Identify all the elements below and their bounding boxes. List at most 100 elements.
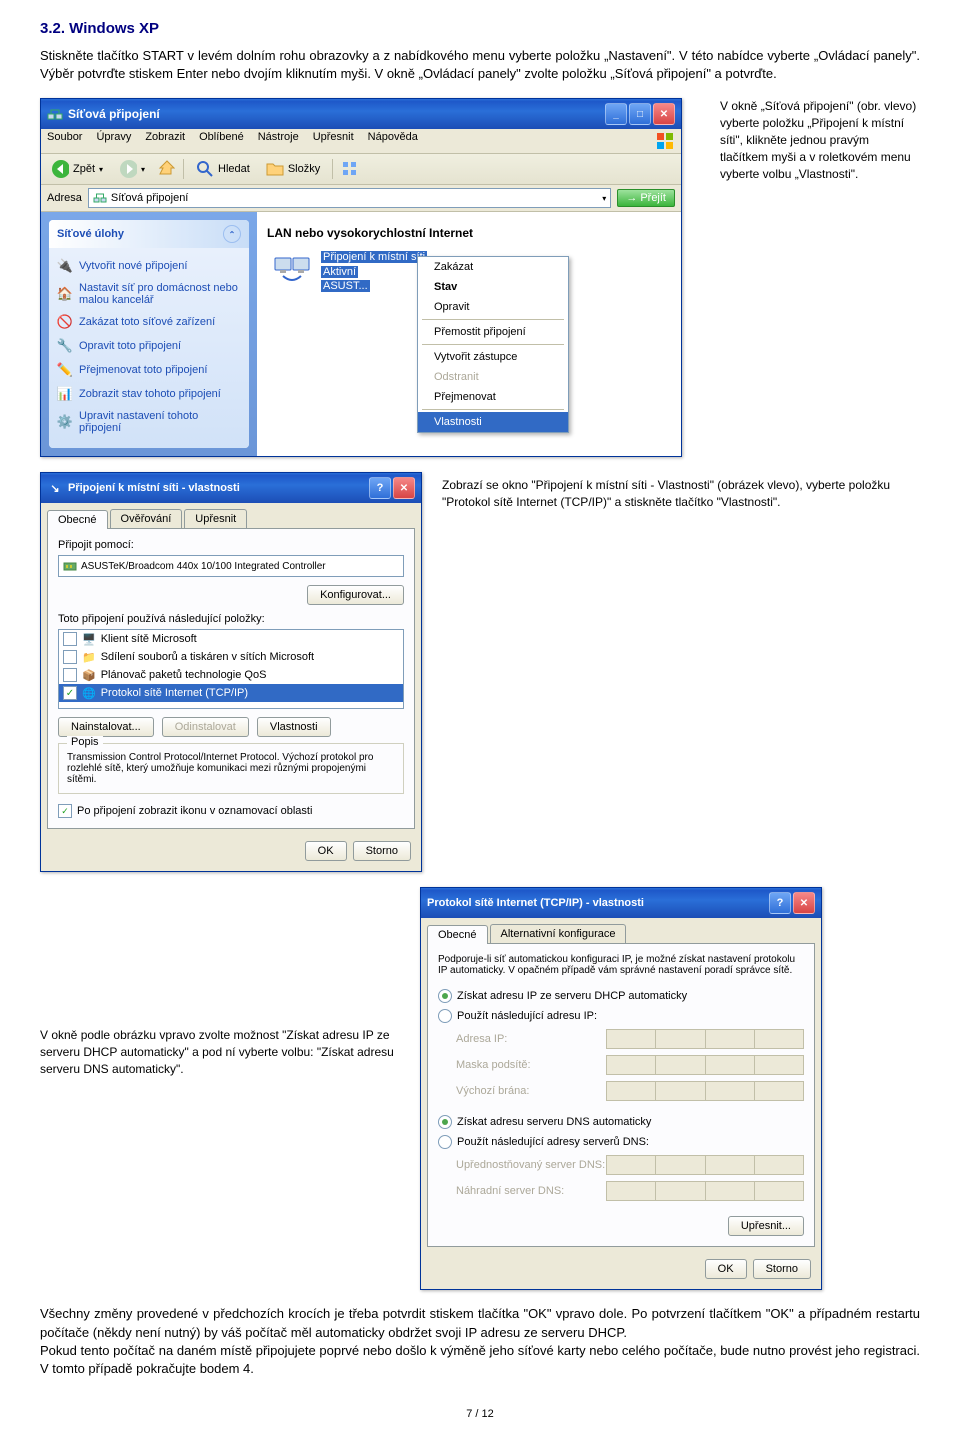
address-label: Adresa xyxy=(47,192,82,204)
radio-dhcp-dns[interactable]: Získat adresu serveru DNS automaticky xyxy=(438,1112,804,1132)
separator xyxy=(183,159,184,179)
show-icon-label: Po připojení zobrazit ikonu v oznamovací… xyxy=(77,805,312,817)
menu-view[interactable]: Zobrazit xyxy=(145,131,185,151)
separator xyxy=(422,344,564,345)
close-button[interactable]: ✕ xyxy=(793,892,815,914)
search-button[interactable]: Hledat xyxy=(192,158,254,180)
disable-icon: 🚫 xyxy=(57,314,73,330)
task-disable[interactable]: 🚫Zakázat toto síťové zařízení xyxy=(57,310,241,334)
menu-edit[interactable]: Úpravy xyxy=(96,131,131,151)
radio-static-ip[interactable]: Použít následující adresu IP: xyxy=(438,1006,804,1026)
checkbox-icon[interactable] xyxy=(63,632,77,646)
checkbox-icon[interactable] xyxy=(63,668,77,682)
radio-dhcp-ip[interactable]: Získat adresu IP ze serveru DHCP automat… xyxy=(438,986,804,1006)
show-icon-checkbox[interactable]: ✓ xyxy=(58,804,72,818)
shrink-icon: ↘ xyxy=(47,480,63,496)
radio-icon xyxy=(438,1135,452,1149)
cancel-button[interactable]: Storno xyxy=(753,1259,811,1279)
list-item[interactable]: 🖥️Klient sítě Microsoft xyxy=(59,630,403,648)
menu-tools[interactable]: Nástroje xyxy=(258,131,299,151)
intro-paragraph: Stiskněte tlačítko START v levém dolním … xyxy=(40,47,920,83)
components-listbox[interactable]: 🖥️Klient sítě Microsoft 📁Sdílení souborů… xyxy=(58,629,404,709)
ctx-repair[interactable]: Opravit xyxy=(418,297,568,317)
address-bar: Adresa Síťová připojení ▾ → Přejít xyxy=(41,185,681,212)
dropdown-icon: ▾ xyxy=(99,165,103,174)
task-status[interactable]: 📊Zobrazit stav tohoto připojení xyxy=(57,382,241,406)
content-area: LAN nebo vysokorychlostní Internet Připo… xyxy=(257,212,681,456)
forward-icon xyxy=(119,160,137,178)
dropdown-icon: ▾ xyxy=(141,165,145,174)
address-field[interactable]: Síťová připojení ▾ xyxy=(88,188,611,208)
checkbox-icon[interactable]: ✓ xyxy=(63,686,77,700)
menu-advanced[interactable]: Upřesnit xyxy=(313,131,354,151)
side-instruction-1: V okně „Síťová připojení" (obr. vlevo) v… xyxy=(720,98,920,182)
connection-adapter: ASUST... xyxy=(321,280,370,292)
titlebar: Síťová připojení _ □ ✕ xyxy=(41,99,681,129)
radio-icon xyxy=(438,989,452,1003)
advanced-button[interactable]: Upřesnit... xyxy=(728,1216,804,1236)
ok-button[interactable]: OK xyxy=(705,1259,747,1279)
connect-using-label: Připojit pomocí: xyxy=(58,539,404,551)
help-button[interactable]: ? xyxy=(769,892,791,914)
rename-icon: ✏️ xyxy=(57,362,73,378)
tcpip-desc: Podporuje-li síť automatickou konfigurac… xyxy=(438,954,804,976)
window-title: Síťová připojení xyxy=(68,107,605,121)
help-button[interactable]: ? xyxy=(369,477,391,499)
mask-input xyxy=(606,1055,804,1075)
configure-button[interactable]: Konfigurovat... xyxy=(307,585,404,605)
task-settings[interactable]: ⚙️Upravit nastavení tohoto připojení xyxy=(57,406,241,438)
ctx-properties[interactable]: Vlastnosti xyxy=(418,412,568,432)
middle-instruction: Zobrazí se okno "Připojení k místní síti… xyxy=(442,472,920,511)
tab-general[interactable]: Obecné xyxy=(47,510,108,529)
tab-auth[interactable]: Ověřování xyxy=(110,509,183,528)
ctx-rename[interactable]: Přejmenovat xyxy=(418,387,568,407)
close-button[interactable]: ✕ xyxy=(393,477,415,499)
menu-help[interactable]: Nápověda xyxy=(368,131,418,151)
repair-icon: 🔧 xyxy=(57,338,73,354)
task-rename[interactable]: ✏️Přejmenovat toto připojení xyxy=(57,358,241,382)
dropdown-icon[interactable]: ▾ xyxy=(602,194,606,203)
ctx-shortcut[interactable]: Vytvořit zástupce xyxy=(418,347,568,367)
section-heading: 3.2. Windows XP xyxy=(40,20,920,37)
network-connections-window: Síťová připojení _ □ ✕ Soubor Úpravy Zob… xyxy=(40,98,682,457)
task-setup-network[interactable]: 🏠Nastavit síť pro domácnost nebo malou k… xyxy=(57,278,241,310)
properties-button[interactable]: Vlastnosti xyxy=(257,717,331,737)
home-network-icon: 🏠 xyxy=(57,286,73,302)
separator xyxy=(332,159,333,179)
list-item[interactable]: 📁Sdílení souborů a tiskáren v sítích Mic… xyxy=(59,648,403,666)
menubar: Soubor Úpravy Zobrazit Oblíbené Nástroje… xyxy=(41,129,681,154)
views-icon[interactable] xyxy=(341,160,359,178)
menu-fav[interactable]: Oblíbené xyxy=(199,131,244,151)
network-icon xyxy=(93,191,107,205)
radio-static-dns[interactable]: Použít následující adresy serverů DNS: xyxy=(438,1132,804,1152)
tasks-header[interactable]: Síťové úlohy ⌃ xyxy=(49,220,249,248)
task-repair[interactable]: 🔧Opravit toto připojení xyxy=(57,334,241,358)
ctx-status[interactable]: Stav xyxy=(418,277,568,297)
forward-button[interactable]: ▾ xyxy=(115,158,149,180)
list-item[interactable]: 📦Plánovač paketů technologie QoS xyxy=(59,666,403,684)
checkbox-icon[interactable] xyxy=(63,650,77,664)
list-item-tcpip[interactable]: ✓🌐Protokol sítě Internet (TCP/IP) xyxy=(59,684,403,702)
task-new-connection[interactable]: 🔌Vytvořit nové připojení xyxy=(57,254,241,278)
go-button[interactable]: → Přejít xyxy=(617,189,675,207)
install-button[interactable]: Nainstalovat... xyxy=(58,717,154,737)
lan-section-header: LAN nebo vysokorychlostní Internet xyxy=(267,222,671,244)
ctx-bridge[interactable]: Přemostit připojení xyxy=(418,322,568,342)
close-button[interactable]: ✕ xyxy=(653,103,675,125)
maximize-button[interactable]: □ xyxy=(629,103,651,125)
ctx-disable[interactable]: Zakázat xyxy=(418,257,568,277)
tab-alt[interactable]: Alternativní konfigurace xyxy=(490,924,627,943)
dns2-input xyxy=(606,1181,804,1201)
cancel-button[interactable]: Storno xyxy=(353,841,411,861)
folders-button[interactable]: Složky xyxy=(262,158,324,180)
tab-general[interactable]: Obecné xyxy=(427,925,488,944)
settings-icon: ⚙️ xyxy=(57,414,73,430)
ok-button[interactable]: OK xyxy=(305,841,347,861)
up-icon[interactable] xyxy=(157,160,175,178)
menu-file[interactable]: Soubor xyxy=(47,131,82,151)
back-button[interactable]: Zpět ▾ xyxy=(47,158,107,180)
desc-group-label: Popis xyxy=(67,736,103,748)
minimize-button[interactable]: _ xyxy=(605,103,627,125)
tab-advanced[interactable]: Upřesnit xyxy=(184,509,247,528)
network-icon xyxy=(47,106,63,122)
